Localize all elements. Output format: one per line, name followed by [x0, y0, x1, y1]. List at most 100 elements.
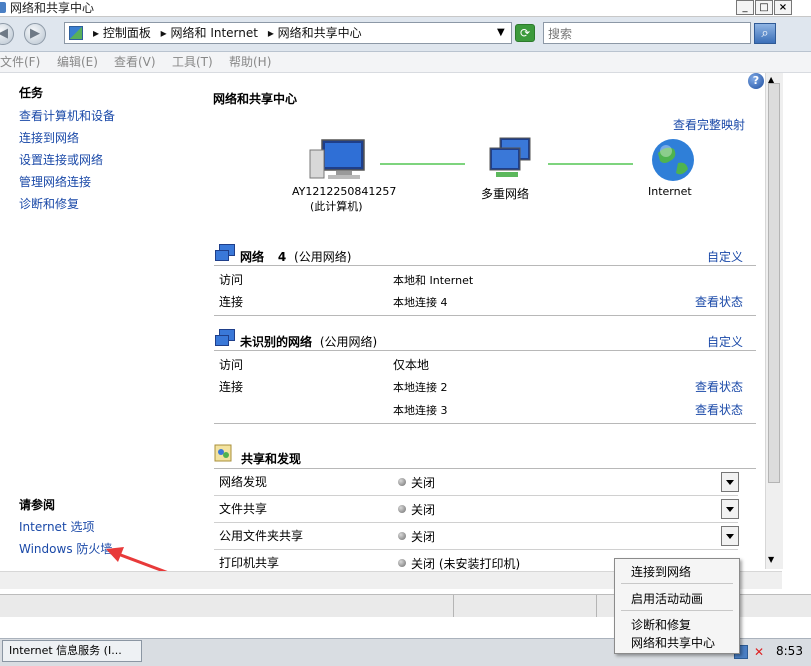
divider	[214, 495, 738, 496]
address-bar[interactable]: ▸ 控制面板 ▸ 网络和 Internet ▸ 网络和共享中心 ▼	[64, 22, 512, 44]
divider	[214, 265, 756, 266]
status-divider	[596, 595, 597, 617]
sharing-file-sharing-value: 关闭	[411, 503, 436, 517]
computer-icon	[309, 139, 365, 179]
tasks-heading: 任务	[19, 86, 44, 100]
network-1-customize-link[interactable]: 自定义	[707, 248, 743, 265]
network-1-title: 网络 4 (公用网络)	[240, 248, 351, 265]
window-title: 网络和共享中心	[10, 1, 95, 15]
taskbar-clock[interactable]: 8:53	[776, 644, 803, 658]
menu-bar: 文件(F) 编辑(E) 查看(V) 工具(T) 帮助(H)	[0, 52, 811, 73]
network-1-type: (公用网络)	[294, 250, 352, 264]
close-button[interactable]: ×	[774, 0, 792, 15]
network-1-view-status-link[interactable]: 查看状态	[695, 293, 743, 310]
see-also-heading: 请参阅	[19, 498, 56, 512]
view-full-map-link[interactable]: 查看完整映射	[673, 116, 745, 133]
task-manage-connections[interactable]: 管理网络连接	[19, 173, 91, 190]
network-icon	[215, 329, 235, 346]
title-bar: 网络和共享中心 _ □ ×	[0, 0, 811, 17]
breadcrumb-control-panel[interactable]: ▸ 控制面板	[93, 26, 151, 40]
task-connect-network[interactable]: 连接到网络	[19, 129, 79, 146]
ctx-enable-animation[interactable]: 启用活动动画	[631, 590, 703, 607]
network-icon	[215, 244, 235, 261]
scrollbar-thumb[interactable]	[768, 83, 780, 483]
network-2-name: 未识别的网络	[240, 335, 313, 349]
breadcrumb-network-internet[interactable]: ▸ 网络和 Internet	[161, 26, 258, 40]
refresh-icon[interactable]: ⟳	[515, 24, 535, 42]
scroll-down-arrow-icon[interactable]: ▼	[768, 555, 774, 564]
sharing-icon	[214, 444, 232, 462]
connection-line-1	[380, 163, 465, 165]
task-diagnose-repair[interactable]: 诊断和修复	[19, 195, 79, 212]
network-2-customize-link[interactable]: 自定义	[707, 333, 743, 350]
chevron-down-icon[interactable]: ▼	[497, 27, 505, 38]
sharing-printer-label: 打印机共享	[219, 556, 280, 570]
sharing-printer-value: 关闭 (未安装打印机)	[411, 557, 521, 571]
minimize-button[interactable]: _	[736, 0, 754, 15]
menu-separator	[621, 610, 733, 611]
forward-button[interactable]: ▶	[24, 23, 46, 45]
network-1-access-value: 本地和 Internet	[393, 274, 474, 287]
maximize-button[interactable]: □	[755, 0, 773, 15]
menu-edit[interactable]: 编辑(E)	[57, 52, 98, 72]
breadcrumb: ▸ 控制面板 ▸ 网络和 Internet ▸ 网络和共享中心	[93, 23, 362, 43]
ctx-connect-network[interactable]: 连接到网络	[631, 563, 691, 580]
sharing-title: 共享和发现	[241, 452, 302, 466]
network-2-title: 未识别的网络 (公用网络)	[240, 333, 377, 350]
divider	[214, 549, 738, 550]
network-2-type: (公用网络)	[319, 335, 378, 349]
network-2-connection-value-1[interactable]: 本地连接 2	[393, 379, 448, 395]
search-input[interactable]	[546, 24, 740, 44]
taskbar-item-iis[interactable]: Internet 信息服务 (I...	[2, 640, 142, 662]
network-1-connection-value[interactable]: 本地连接 4	[393, 294, 448, 310]
network-2-access-value: 仅本地	[393, 358, 430, 372]
computer-name-label: AY1212250841257	[292, 185, 397, 198]
page-title: 网络和共享中心	[213, 92, 298, 106]
search-icon[interactable]: ⌕	[754, 23, 776, 44]
link-internet-options[interactable]: Internet 选项	[19, 518, 94, 535]
breadcrumb-network-sharing[interactable]: ▸ 网络和共享中心	[268, 26, 362, 40]
network-2-access-label: 访问	[219, 358, 244, 372]
window-icon	[0, 2, 6, 13]
link-windows-firewall[interactable]: Windows 防火墙	[19, 540, 112, 557]
connection-line-2	[548, 163, 633, 165]
public-folder-expand-button[interactable]	[721, 526, 739, 546]
ctx-network-sharing-center[interactable]: 网络和共享中心	[631, 634, 715, 651]
task-setup-connection[interactable]: 设置连接或网络	[19, 151, 103, 168]
menu-file[interactable]: 文件(F)	[0, 52, 40, 72]
divider	[214, 423, 756, 424]
error-tray-icon[interactable]: ✕	[754, 645, 764, 659]
menu-help[interactable]: 帮助(H)	[229, 52, 271, 72]
network-discovery-expand-button[interactable]	[721, 472, 739, 492]
status-dot-icon	[398, 559, 406, 567]
status-dot-icon	[398, 532, 406, 540]
status-divider	[453, 595, 454, 617]
sharing-network-discovery-value: 关闭	[411, 476, 436, 490]
internet-label: Internet	[648, 185, 692, 198]
globe-icon	[652, 139, 694, 181]
divider	[214, 522, 738, 523]
network-2-view-status-link-1[interactable]: 查看状态	[695, 378, 743, 395]
task-view-computers[interactable]: 查看计算机和设备	[19, 107, 115, 124]
menu-view[interactable]: 查看(V)	[114, 52, 156, 72]
network-1-access-label: 访问	[219, 273, 244, 287]
multi-network-label: 多重网络	[481, 187, 530, 201]
status-dot-icon	[398, 505, 406, 513]
back-button[interactable]: ◀	[0, 23, 14, 45]
file-sharing-expand-button[interactable]	[721, 499, 739, 519]
menu-tools[interactable]: 工具(T)	[172, 52, 213, 72]
sharing-file-sharing-label: 文件共享	[219, 502, 268, 516]
divider	[214, 468, 756, 469]
context-menu: 连接到网络 启用活动动画 诊断和修复 网络和共享中心	[614, 558, 740, 654]
multiple-networks-icon	[489, 137, 531, 177]
network-2-view-status-link-2[interactable]: 查看状态	[695, 401, 743, 418]
network-2-connection-value-2[interactable]: 本地连接 3	[393, 402, 448, 418]
network-1-connection-label: 连接	[219, 295, 244, 309]
help-icon[interactable]: ?	[748, 73, 764, 89]
divider	[214, 350, 756, 351]
ctx-diagnose-repair[interactable]: 诊断和修复	[631, 616, 691, 633]
divider	[214, 315, 756, 316]
vertical-scrollbar[interactable]: ▲ ▼	[765, 73, 783, 569]
status-dot-icon	[398, 478, 406, 486]
menu-separator	[621, 583, 733, 584]
